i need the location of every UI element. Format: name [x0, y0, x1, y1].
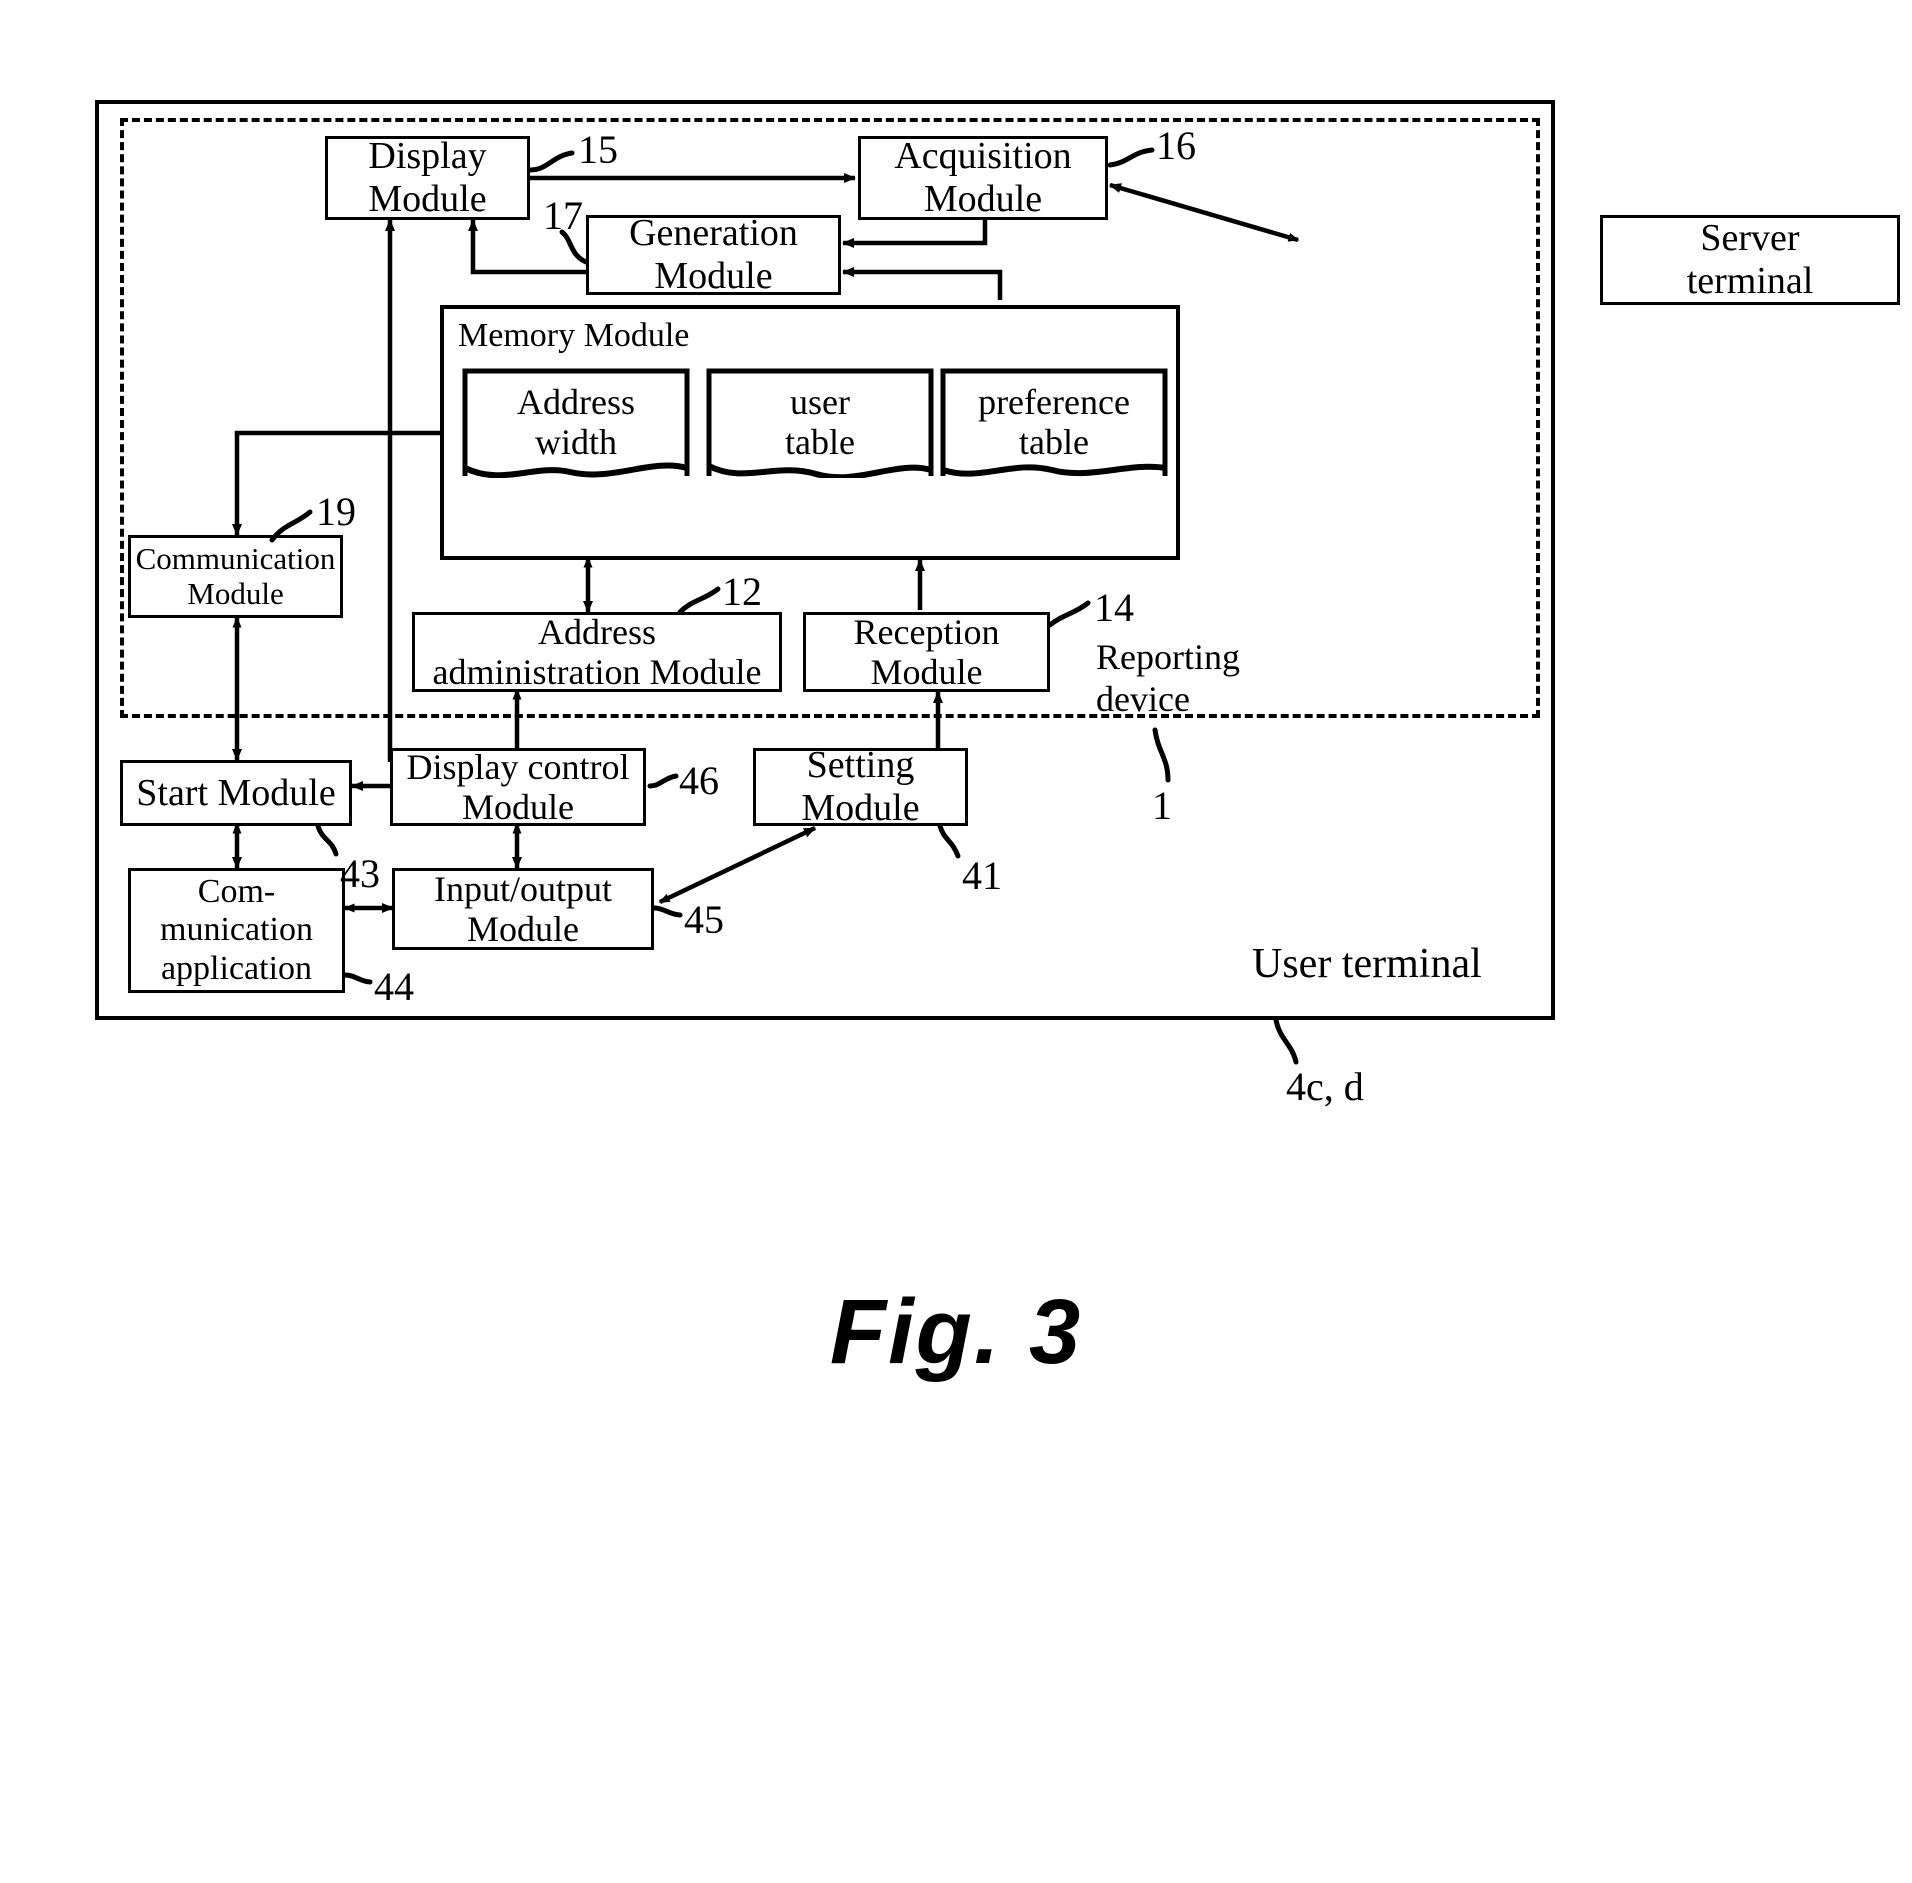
node-user-table[interactable]: user table	[706, 368, 934, 478]
node-communication-module[interactable]: Communication Module	[128, 535, 343, 618]
node-start-module[interactable]: Start Module	[120, 760, 352, 826]
ref-12: 12	[722, 569, 762, 614]
generation-module-label: Generation Module	[629, 212, 798, 297]
ref-41: 41	[962, 853, 1002, 898]
node-communication-application[interactable]: Com- munication application	[128, 868, 345, 993]
ref-19: 19	[316, 489, 356, 534]
ref-45: 45	[684, 897, 724, 942]
ref-46: 46	[679, 758, 719, 803]
ref-44: 44	[374, 964, 414, 1009]
node-display-module[interactable]: Display Module	[325, 135, 530, 220]
input-output-module-label: Input/output Module	[434, 868, 612, 949]
node-reception-module[interactable]: Reception Module	[803, 612, 1050, 692]
node-display-control-module[interactable]: Display control Module	[390, 746, 646, 827]
node-acquisition-module[interactable]: Acquisition Module	[858, 135, 1108, 220]
address-administration-module-label: Address administration Module	[432, 611, 762, 692]
ref-4cd: 4c, d	[1286, 1064, 1364, 1109]
ref-17: 17	[543, 193, 583, 238]
ref-1: 1	[1152, 783, 1172, 828]
node-address-width[interactable]: Address width	[462, 368, 690, 478]
user-table-label: user table	[785, 382, 855, 463]
memory-module-label: Memory Module	[458, 317, 690, 354]
communication-application-label: Com- munication application	[160, 873, 313, 987]
node-server-terminal[interactable]: Server terminal	[1600, 215, 1900, 305]
figure-caption: Fig. 3	[829, 1281, 1083, 1383]
user-terminal-label: User terminal	[1252, 941, 1482, 987]
node-preference-table[interactable]: preference table	[940, 368, 1168, 478]
display-control-module-label: Display control Module	[406, 746, 630, 827]
server-terminal-label: Server terminal	[1686, 217, 1814, 302]
node-input-output-module[interactable]: Input/output Module	[392, 868, 654, 950]
patent-figure-3: Display Module Acquisition Module Genera…	[0, 0, 1912, 1883]
setting-module-label: Setting Module	[801, 744, 920, 829]
ref-15: 15	[578, 127, 618, 172]
communication-module-label: Communication Module	[135, 540, 336, 611]
acquisition-module-label: Acquisition Module	[894, 135, 1072, 220]
address-width-label: Address width	[517, 382, 635, 463]
node-setting-module[interactable]: Setting Module	[753, 744, 968, 829]
ref-14: 14	[1094, 585, 1134, 630]
ref-16: 16	[1156, 123, 1196, 168]
ref-43: 43	[340, 851, 380, 896]
preference-table-label: preference table	[978, 382, 1130, 463]
start-module-label: Start Module	[136, 771, 336, 814]
reception-module-label: Reception Module	[853, 611, 1000, 692]
display-module-label: Display Module	[368, 135, 487, 220]
node-generation-module[interactable]: Generation Module	[586, 212, 841, 297]
node-address-administration-module[interactable]: Address administration Module	[412, 612, 782, 692]
reporting-device-label: Reporting device	[1096, 637, 1240, 720]
